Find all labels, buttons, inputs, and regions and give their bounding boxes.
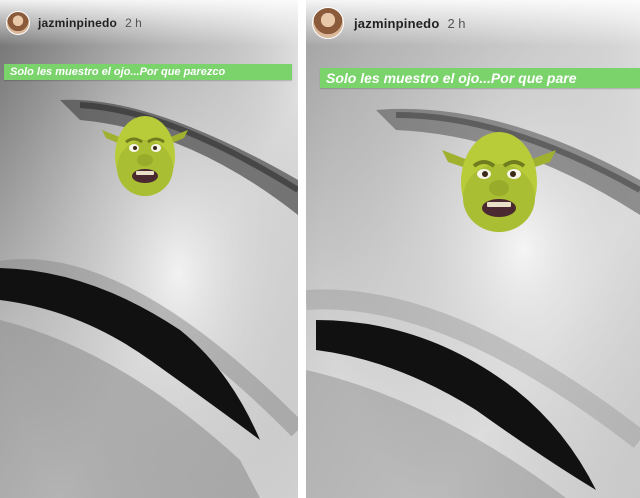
story-caption: Solo les muestro el ojo...Por que parezc… <box>4 64 292 80</box>
story-panel-left[interactable]: jazminpinedo 2 h Solo les muestro el ojo… <box>0 0 298 498</box>
post-time: 2 h <box>447 15 466 31</box>
ogre-face-sticker-icon[interactable] <box>440 124 558 236</box>
story-header: jazminpinedo 2 h <box>0 0 298 46</box>
post-time: 2 h <box>125 16 142 30</box>
username[interactable]: jazminpinedo <box>38 16 117 30</box>
profile-avatar-icon[interactable] <box>6 11 30 35</box>
comparison-screenshot: jazminpinedo 2 h Solo les muestro el ojo… <box>0 0 640 498</box>
username[interactable]: jazminpinedo <box>354 16 439 31</box>
story-header: jazminpinedo 2 h <box>306 0 640 46</box>
profile-avatar-icon[interactable] <box>312 7 344 39</box>
panel-divider <box>298 0 306 498</box>
story-caption: Solo les muestro el ojo...Por que pare <box>320 68 640 88</box>
ogre-face-sticker-icon[interactable] <box>100 108 190 200</box>
story-panel-right[interactable]: jazminpinedo 2 h Solo les muestro el ojo… <box>306 0 640 498</box>
